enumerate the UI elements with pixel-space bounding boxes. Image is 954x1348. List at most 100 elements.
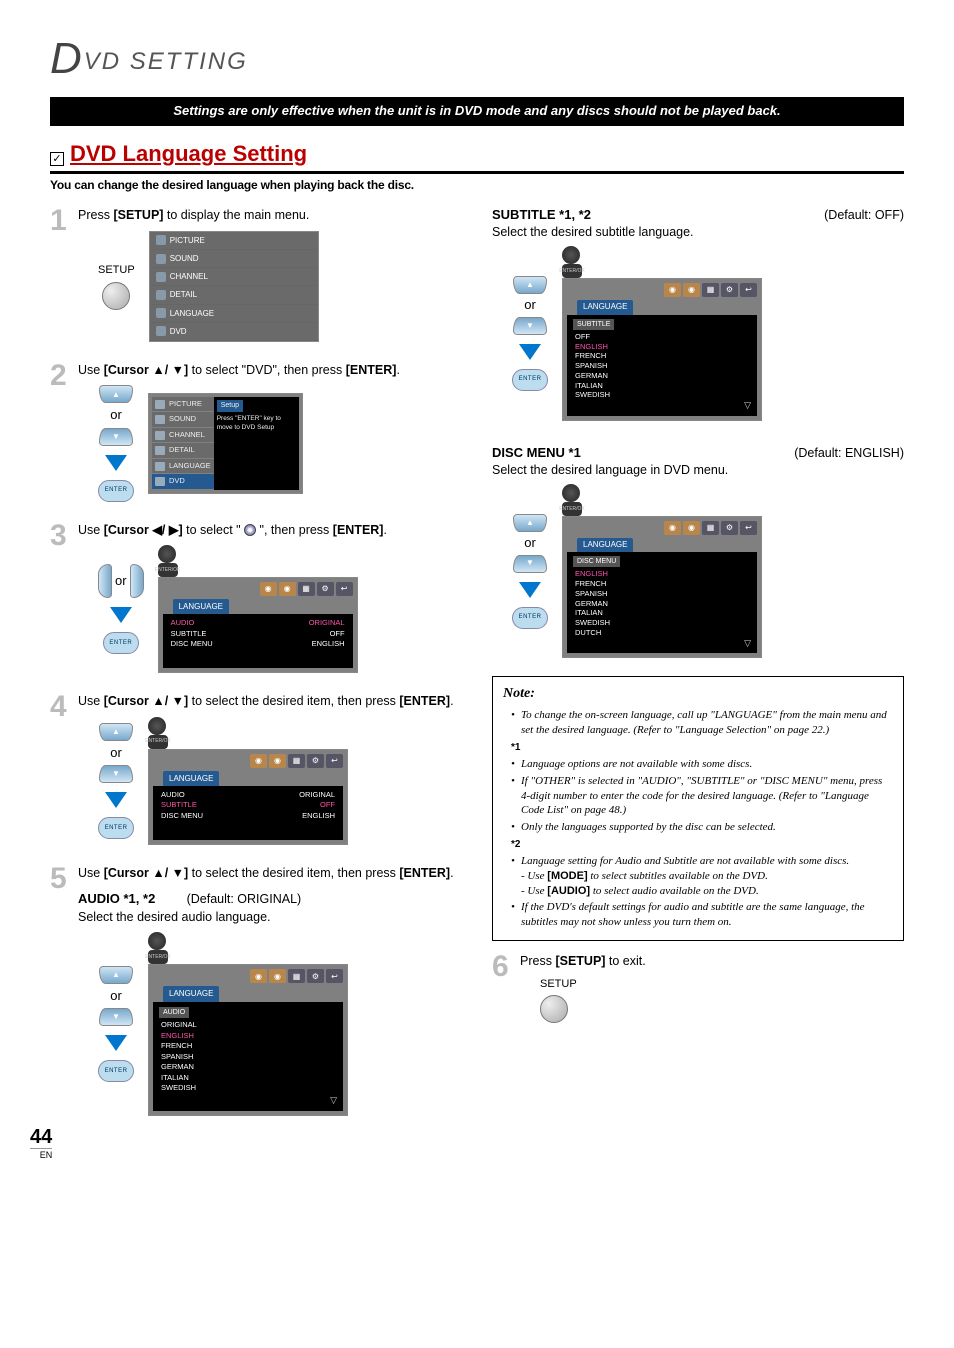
enter-button-icon: ENTER	[103, 632, 139, 654]
enter-button-icon: ENTER	[512, 369, 548, 391]
nav-keypad-hint: ENTER/OK	[562, 246, 762, 278]
setup-button-diagram: SETUP	[98, 263, 135, 309]
osd-tab-icon-3: ▦	[288, 969, 305, 983]
osd-row-subtitle: SUBTITLEOFF	[169, 629, 347, 640]
cursor-down-icon: ▼	[99, 765, 133, 783]
note-line-5: Language setting for Audio and Subtitle …	[511, 854, 893, 899]
step-1: 1 Press [SETUP] to display the main menu…	[50, 207, 462, 350]
subtitle-options-osd: ◉◉▦⚙↩ LANGUAGE SUBTITLE OFF ENGLISH FREN…	[562, 278, 762, 420]
osd-tab-icon-1: ◉	[664, 521, 681, 535]
channel-icon	[155, 431, 165, 440]
more-options-icon: ▽	[159, 1094, 337, 1107]
osd-row-audio: AUDIOORIGINAL	[169, 618, 347, 629]
more-options-icon: ▽	[573, 638, 751, 650]
audio-opt: SPANISH	[159, 1052, 337, 1063]
dvd-icon	[156, 326, 166, 336]
osd-tab-icon-2: ◉	[269, 969, 286, 983]
note-line-1: To change the on-screen language, call u…	[511, 708, 893, 738]
left-right-enter-remote: or ENTER	[98, 564, 144, 654]
navkey-icon	[148, 932, 166, 950]
setup-round-button-icon	[102, 282, 130, 310]
osd-tab-icon-2: ◉	[683, 521, 700, 535]
osd-tab-icon-4: ⚙	[721, 521, 738, 535]
cursor-up-icon: ▲	[99, 723, 133, 741]
osd-row-discmenu: DISC MENUENGLISH	[159, 811, 337, 822]
navkey-icon	[562, 484, 580, 502]
audio-heading: AUDIO *1, *2	[78, 891, 155, 906]
osd-tab-icon-4: ⚙	[307, 969, 324, 983]
setup-title: Setup	[217, 400, 243, 412]
osd-tab-icon-3: ▦	[702, 283, 719, 297]
audio-default: (Default: ORIGINAL)	[187, 892, 302, 906]
menu-item-channel: CHANNEL	[150, 268, 318, 286]
discmenu-opt: FRENCH	[573, 579, 751, 589]
picture-icon	[156, 235, 166, 245]
menu-row-picture: PICTURE	[152, 397, 214, 412]
menu-row-channel: CHANNEL	[152, 428, 214, 443]
step-2: 2 Use [Cursor ▲/ ▼] to select "DVD", the…	[50, 362, 462, 510]
setup-label: SETUP	[540, 977, 577, 992]
language-icon	[155, 462, 165, 471]
note-box: Note: To change the on-screen language, …	[492, 676, 904, 941]
discmenu-heading: DISC MENU *1	[492, 445, 581, 460]
up-down-enter-remote: ▲ or ▼ ENTER	[98, 723, 134, 839]
osd-tab-icon-2: ◉	[279, 582, 296, 596]
setup-label: SETUP	[98, 263, 135, 278]
more-options-icon: ▽	[573, 400, 751, 412]
cursor-up-icon: ▲	[513, 514, 547, 532]
step-6-number: 6	[492, 953, 510, 980]
osd-tab-label: LANGUAGE	[163, 986, 219, 1001]
subtitle-opt: GERMAN	[573, 371, 751, 381]
osd-tab-icon-1: ◉	[260, 582, 277, 596]
osd-tab-icon-3: ▦	[288, 754, 305, 768]
detail-icon	[155, 446, 165, 455]
picture-icon	[155, 400, 165, 409]
sound-icon	[155, 415, 165, 424]
osd-tab-icon-5: ↩	[740, 283, 757, 297]
language-osd-diagram: ◉ ◉ ▦ ⚙ ↩ LANGUAGE AUDIOORIGINAL SUBTITL…	[158, 577, 358, 673]
discmenu-desc: Select the desired language in DVD menu.	[492, 462, 904, 478]
step-6: 6 Press [SETUP] to exit. SETUP	[492, 953, 904, 1023]
osd-tab-label: LANGUAGE	[173, 599, 229, 614]
subtitle-opt: FRENCH	[573, 351, 751, 361]
osd-tab-icon-4: ⚙	[307, 754, 324, 768]
osd-tab-icon-3: ▦	[702, 521, 719, 535]
navkey-enter-icon: ENTER/OK	[148, 950, 168, 964]
enter-button-icon: ENTER	[98, 1060, 134, 1082]
up-down-enter-remote: ▲ or ▼ ENTER	[98, 385, 134, 501]
flow-arrow-icon	[105, 455, 127, 471]
up-down-enter-remote: ▲ or ▼ ENTER	[512, 514, 548, 629]
osd-tab-icon-3: ▦	[298, 582, 315, 596]
flow-arrow-icon	[519, 344, 541, 360]
detail-icon	[156, 290, 166, 300]
nav-keypad-hint: ENTER/OK	[158, 545, 358, 577]
menu-item-language: LANGUAGE	[150, 305, 318, 323]
sound-icon	[156, 254, 166, 264]
audio-desc: Select the desired audio language.	[78, 909, 462, 927]
flow-arrow-icon	[105, 1035, 127, 1051]
discmenu-default: (Default: ENGLISH)	[794, 445, 904, 461]
menu-item-sound: SOUND	[150, 250, 318, 268]
subtitle-section: SUBTITLE *1, *2 (Default: OFF) Select th…	[492, 207, 904, 421]
language-osd-diagram-highlight: ◉◉▦⚙↩ LANGUAGE AUDIOORIGINAL SUBTITLEOFF…	[148, 749, 348, 845]
navkey-enter-icon: ENTER/OK	[562, 264, 582, 278]
enter-button-icon: ENTER	[98, 480, 134, 502]
audio-options-osd: ◉◉▦⚙↩ LANGUAGE AUDIO ORIGINAL ENGLISH FR…	[148, 964, 348, 1115]
subtitle-desc: Select the desired subtitle language.	[492, 224, 904, 240]
osd-row-discmenu: DISC MENUENGLISH	[169, 639, 347, 650]
osd-tab-icon-5: ↩	[740, 521, 757, 535]
note-ref-1: *1	[511, 742, 520, 753]
subtitle-opt: ITALIAN	[573, 381, 751, 391]
navkey-enter-icon: ENTER/OK	[148, 735, 168, 749]
discmenu-opt-hl: ENGLISH	[573, 569, 751, 579]
osd-tab-icon-5: ↩	[326, 754, 343, 768]
cursor-down-icon: ▼	[513, 555, 547, 573]
navkey-icon	[562, 246, 580, 264]
step-5-text: Use [Cursor ▲/ ▼] to select the desired …	[78, 865, 462, 883]
navkey-icon	[158, 545, 176, 563]
dvd-selected-menu-diagram: PICTURE SOUND CHANNEL DETAIL LANGUAGE DV…	[148, 393, 303, 494]
menu-row-sound: SOUND	[152, 412, 214, 427]
audio-opt: ITALIAN	[159, 1073, 337, 1084]
nav-keypad-hint: ENTER/OK	[562, 484, 762, 516]
enter-button-icon: ENTER	[98, 817, 134, 839]
